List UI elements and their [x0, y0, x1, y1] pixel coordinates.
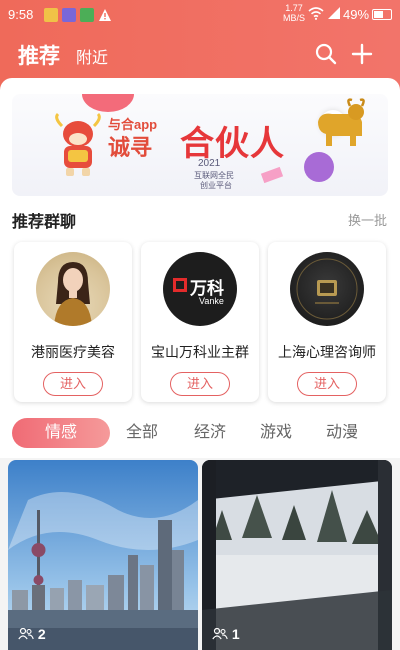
tab-nearby[interactable]: 附近: [76, 44, 108, 68]
vanke-logo-en: Vanke: [199, 296, 224, 306]
category-tab-economy[interactable]: 经济: [194, 418, 226, 448]
member-count-badge: 2: [18, 626, 46, 642]
battery-percent: 49%: [343, 7, 370, 22]
category-tab-all[interactable]: 全部: [126, 418, 158, 448]
search-icon[interactable]: [314, 42, 338, 66]
gallery-notification-icon: [44, 8, 58, 22]
tab-recommend[interactable]: 推荐: [18, 40, 60, 70]
golden-ox-icon: [318, 98, 365, 146]
group-card-2[interactable]: 万科 Vanke 宝山万科业主群 进入: [141, 242, 259, 402]
group-card-3[interactable]: 上海心理咨询师 进入: [268, 242, 386, 402]
banner-slogan-prefix: 诚寻: [108, 135, 153, 160]
banner-decor-red: [82, 94, 134, 112]
join-button[interactable]: 进入: [297, 372, 357, 396]
group-avatar: [290, 252, 364, 326]
category-tab-anime[interactable]: 动漫: [326, 418, 358, 448]
group-name: 上海心理咨询师: [278, 344, 376, 360]
join-button[interactable]: 进入: [170, 372, 230, 396]
status-time: 9:58: [8, 7, 34, 22]
shanghai-skyline-image: [8, 460, 198, 650]
join-button[interactable]: 进入: [43, 372, 103, 396]
content-tile-2[interactable]: 1: [202, 460, 392, 650]
banner-subline-2: 创业平台: [200, 181, 232, 190]
member-count-badge: 1: [212, 626, 240, 642]
member-count: 1: [231, 626, 240, 642]
app-notification-icon: [62, 8, 76, 22]
net-speed-unit: MB/S: [283, 13, 306, 23]
snowy-trees-image: [202, 460, 392, 650]
section-title: 推荐群聊: [12, 214, 77, 231]
net-speed: 1.77 MB/S: [283, 3, 305, 23]
group-avatar: [36, 252, 110, 326]
banner-decor-pink: [260, 166, 284, 184]
banner-decor-purple: [304, 152, 334, 182]
warning-icon: [98, 8, 112, 22]
wifi-icon: [308, 7, 324, 23]
status-bar: 9:58 1.77 MB/S 49%: [0, 0, 400, 30]
plus-icon[interactable]: [350, 42, 374, 66]
category-tab-game[interactable]: 游戏: [260, 418, 292, 448]
content-tile-1[interactable]: 2: [8, 460, 198, 650]
group-name: 宝山万科业主群: [151, 344, 249, 360]
ox-mascot-icon: [55, 112, 101, 176]
banner-year: 2021: [198, 158, 221, 169]
signal-icon: [327, 6, 341, 23]
group-avatar: 万科 Vanke: [163, 252, 237, 326]
member-count: 2: [37, 626, 46, 642]
people-icon: [212, 628, 228, 640]
promo-banner[interactable]: 与合app 诚寻 合伙人 2021 互联网全民 创业平台: [12, 94, 388, 196]
download-notification-icon: [80, 8, 94, 22]
net-speed-value: 1.77: [285, 3, 303, 13]
group-card-1[interactable]: 港丽医疗美容 进入: [14, 242, 132, 402]
banner-slogan-main: 合伙人: [180, 125, 285, 163]
category-tab-emotion[interactable]: 情感: [12, 418, 110, 448]
refresh-link[interactable]: 换一批: [348, 210, 387, 229]
group-name: 港丽医疗美容: [31, 344, 115, 360]
people-icon: [18, 628, 34, 640]
battery-icon: [372, 9, 392, 20]
